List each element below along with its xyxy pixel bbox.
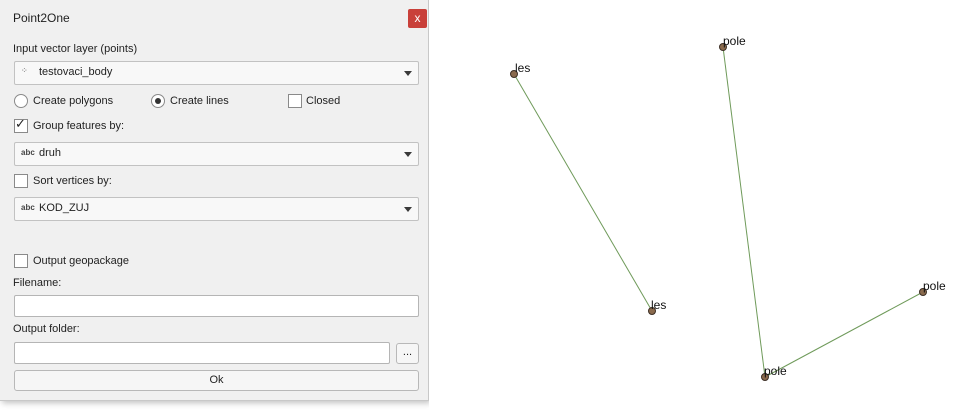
map-point-label: pole xyxy=(723,34,746,48)
browse-button[interactable]: ... xyxy=(396,343,419,364)
map-point-label: les xyxy=(651,298,666,312)
text-field-type-icon: abc xyxy=(21,203,35,212)
close-button[interactable]: x xyxy=(408,9,427,28)
create-polygons-radio[interactable] xyxy=(14,94,28,108)
map-point-label: pole xyxy=(764,364,787,378)
input-layer-combo[interactable]: ⁘ testovaci_body xyxy=(14,61,419,85)
chevron-down-icon xyxy=(404,207,412,212)
dialog-title: Point2One xyxy=(13,11,70,25)
map-svg: les les pole pole pole xyxy=(510,34,946,381)
output-folder-input[interactable] xyxy=(14,342,390,364)
map-point-label: les xyxy=(515,61,530,75)
chevron-down-icon xyxy=(404,152,412,157)
closed-checkbox[interactable] xyxy=(288,94,302,108)
text-field-type-icon: abc xyxy=(21,148,35,157)
create-lines-radio[interactable] xyxy=(151,94,165,108)
group-features-label: Group features by: xyxy=(33,120,125,132)
filename-input[interactable] xyxy=(14,295,419,317)
create-polygons-label: Create polygons xyxy=(33,95,114,107)
checkmark-icon: ✓ xyxy=(15,116,26,131)
line-feature-pole xyxy=(764,291,924,378)
group-features-checkbox[interactable]: ✓ xyxy=(14,116,28,133)
line-feature-pole xyxy=(722,46,766,378)
map-canvas[interactable]: les les pole pole pole xyxy=(429,0,974,410)
output-geopackage-checkbox[interactable] xyxy=(14,254,28,268)
line-feature-les xyxy=(513,73,653,312)
closed-label: Closed xyxy=(306,95,341,107)
point-layer-icon: ⁘ xyxy=(21,66,28,75)
sort-field-combo[interactable]: abc KOD_ZUJ xyxy=(14,197,419,221)
sort-field-value: KOD_ZUJ xyxy=(39,202,90,214)
map-point-label: pole xyxy=(923,279,946,293)
chevron-down-icon xyxy=(404,71,412,76)
output-folder-label: Output folder: xyxy=(13,323,80,335)
group-field-combo[interactable]: abc druh xyxy=(14,142,419,166)
point2one-dialog: Point2One x Input vector layer (points) … xyxy=(0,0,429,401)
input-layer-value: testovaci_body xyxy=(39,66,113,78)
filename-label: Filename: xyxy=(13,277,62,289)
input-layer-label: Input vector layer (points) xyxy=(13,43,138,55)
create-lines-label: Create lines xyxy=(170,95,229,107)
ok-button[interactable]: Ok xyxy=(14,370,419,391)
sort-vertices-checkbox[interactable] xyxy=(14,174,28,188)
radio-selected-dot xyxy=(155,98,161,104)
group-field-value: druh xyxy=(39,147,62,159)
output-geopackage-label: Output geopackage xyxy=(33,255,130,267)
dialog-titlebar: Point2One x xyxy=(0,0,428,34)
sort-vertices-label: Sort vertices by: xyxy=(33,175,112,187)
